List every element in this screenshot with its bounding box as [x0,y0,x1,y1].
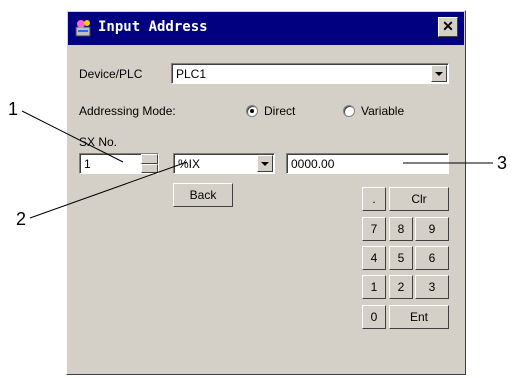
callout-2: 2 [16,209,27,229]
callout-3: 3 [497,153,508,173]
callout-line-1 [21,110,124,163]
callout-line-2 [29,161,188,219]
callout-lines [21,110,493,219]
callout-1: 1 [8,99,19,119]
